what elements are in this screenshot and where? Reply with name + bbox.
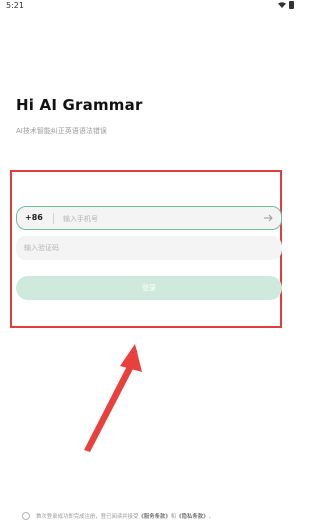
- terms-link[interactable]: 《服务条款》: [138, 512, 170, 520]
- red-annotation-arrow: [84, 344, 142, 452]
- verification-code-input[interactable]: [24, 242, 264, 254]
- phone-field[interactable]: +86: [16, 206, 282, 230]
- status-icons: [278, 1, 294, 9]
- field-divider: [53, 213, 54, 224]
- status-bar: 5:21: [0, 0, 300, 14]
- agreement-row: 首次登录成功即完成注册，登已阅读并接受 《服务条款》 和 《隐私条款》 。: [22, 512, 214, 520]
- login-button[interactable]: 登录: [16, 276, 282, 300]
- radio-unchecked-icon[interactable]: [22, 512, 30, 520]
- agreement-text: 首次登录成功即完成注册，登已阅读并接受: [36, 514, 139, 520]
- app-subtitle: AI技术智能纠正英语语法错误: [16, 127, 107, 135]
- wifi-icon: [278, 2, 286, 8]
- battery-icon: [289, 1, 294, 9]
- verification-code-field[interactable]: [16, 236, 282, 260]
- privacy-link[interactable]: 《隐私条款》: [176, 512, 208, 520]
- arrow-right-icon[interactable]: [263, 212, 273, 224]
- country-code[interactable]: +86: [25, 213, 43, 222]
- status-time: 5:21: [6, 1, 24, 10]
- phone-input[interactable]: [63, 213, 253, 225]
- agreement-suffix: 。: [208, 514, 214, 520]
- app-title: Hi AI Grammar: [16, 96, 143, 114]
